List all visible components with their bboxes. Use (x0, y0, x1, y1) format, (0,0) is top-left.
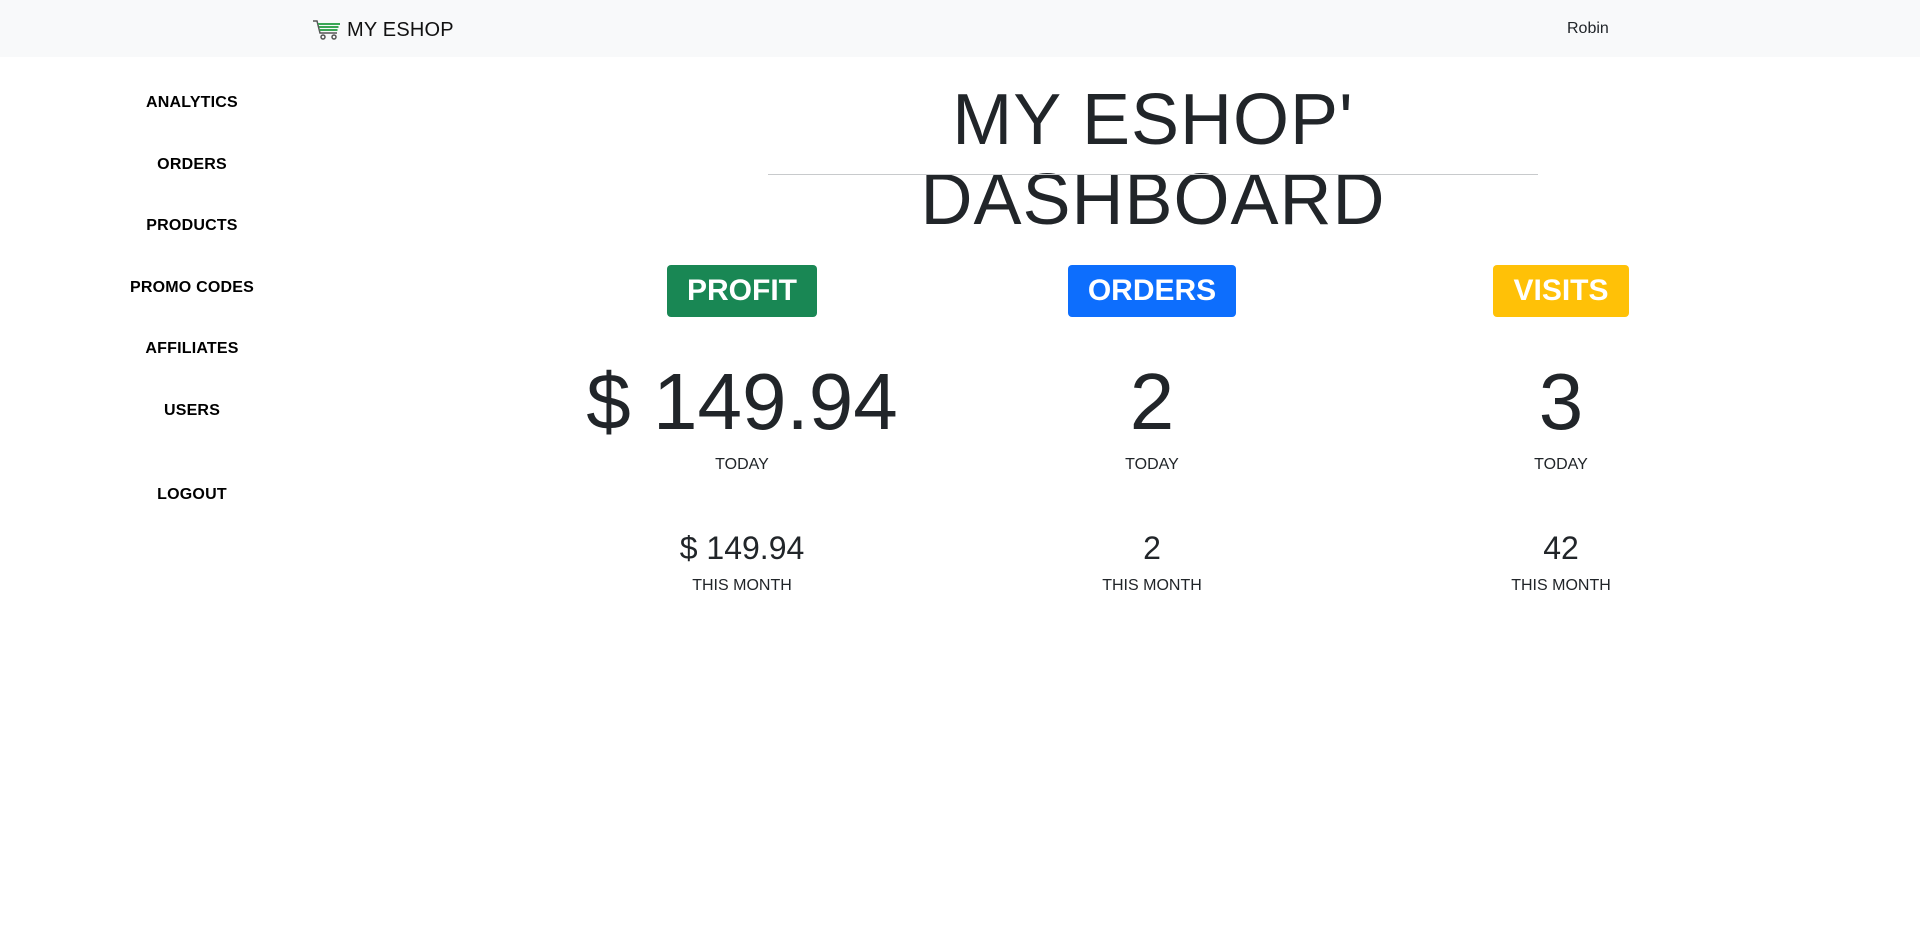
orders-badge: ORDERS (1067, 265, 1237, 317)
sidebar-item-promo-codes[interactable]: PROMO CODES (92, 278, 292, 298)
page-title: MY ESHOP' DASHBOARD (920, 80, 1386, 240)
sidebar-item-products[interactable]: PRODUCTS (92, 216, 292, 236)
sidebar-item-affiliates[interactable]: AFFILIATES (92, 339, 292, 359)
visits-month-label: THIS MONTH (1511, 577, 1611, 594)
orders-today-value: 2 (1129, 357, 1175, 446)
brand-name: MY ESHOP (347, 19, 454, 41)
shopping-cart-icon (312, 19, 342, 41)
profit-badge: PROFIT (667, 265, 817, 317)
orders-month-label: THIS MONTH (1102, 577, 1202, 594)
title-divider (768, 174, 1538, 175)
visits-today-value: 3 (1538, 357, 1584, 446)
orders-stat: ORDERS 2 TODAY 2 THIS MONTH (947, 265, 1357, 594)
profit-stat: PROFIT $ 149.94 TODAY $ 149.94 THIS MONT… (537, 265, 947, 594)
orders-today-label: TODAY (1125, 456, 1179, 473)
profit-today-label: TODAY (715, 456, 769, 473)
sidebar-item-users[interactable]: USERS (92, 401, 292, 421)
top-navbar: MY ESHOP Robin (0, 0, 1920, 57)
visits-month-value: 42 (1543, 530, 1579, 566)
profit-today-value: $ 149.94 (586, 357, 898, 446)
profit-month-value: $ 149.94 (679, 530, 805, 566)
orders-month-value: 2 (1143, 530, 1161, 566)
sidebar-item-orders[interactable]: ORDERS (92, 155, 292, 175)
brand-link[interactable]: MY ESHOP (312, 17, 454, 43)
logout-link[interactable]: LOGOUT (92, 485, 292, 505)
visits-today-label: TODAY (1534, 456, 1588, 473)
user-menu[interactable]: Robin (1567, 19, 1609, 39)
profit-month-label: THIS MONTH (692, 577, 792, 594)
sidebar-item-analytics[interactable]: ANALYTICS (92, 93, 292, 113)
visits-stat: VISITS 3 TODAY 42 THIS MONTH (1356, 265, 1766, 594)
visits-badge: VISITS (1493, 265, 1629, 317)
